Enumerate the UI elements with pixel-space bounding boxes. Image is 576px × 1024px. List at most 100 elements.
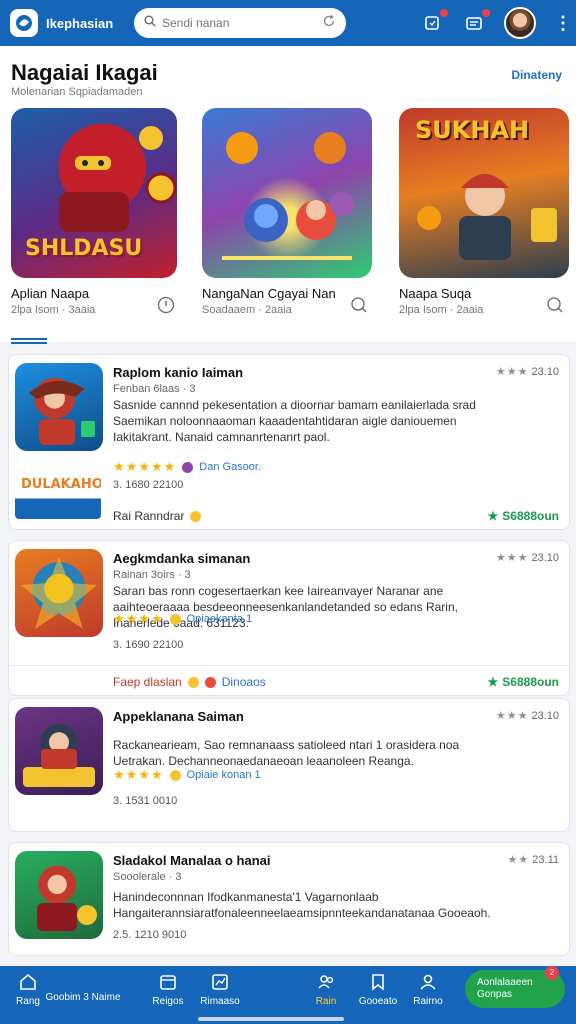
inbox-icon[interactable] <box>462 8 491 35</box>
item-stats: 2.5. 1210 9010 <box>113 929 187 941</box>
cta-label: Aonlalaaeen <box>477 977 533 988</box>
refresh-icon[interactable] <box>322 14 336 33</box>
item-subtitle: Rainan 3oirs · 3 <box>113 569 191 581</box>
tag-icon <box>182 461 194 473</box>
comment-icon[interactable] <box>546 296 566 316</box>
cta-badge: 2 <box>545 966 559 980</box>
nav-item-rimaaso[interactable]: Rimaaso <box>190 972 250 1007</box>
comment-icon[interactable] <box>350 296 370 316</box>
featured-name: Naapa Suqa <box>399 286 472 301</box>
divider <box>9 665 569 666</box>
nav-item-reigos[interactable]: Reigos <box>138 972 198 1007</box>
info-icon[interactable] <box>157 296 177 316</box>
tag-icon <box>169 613 181 625</box>
featured-art: SHLDASU <box>11 108 177 278</box>
top-bar: Ikephasian ⋮ <box>0 0 576 46</box>
star-icon: ★ <box>487 675 499 689</box>
score-stars-icon: ★★ <box>507 854 530 866</box>
item-thumbnail <box>15 549 103 637</box>
featured-art-title: SUKHAH <box>415 116 530 144</box>
item-thumbnail <box>15 707 103 795</box>
app-logo-icon[interactable] <box>10 9 38 37</box>
item-footer-tag[interactable]: Dinoaos <box>222 675 266 689</box>
more-icon[interactable]: ⋮ <box>554 13 572 34</box>
rating-stars: ★★★★ <box>113 767 164 782</box>
search-icon <box>144 14 156 32</box>
featured-name: Aplian Naapa <box>11 286 90 301</box>
search-bar[interactable] <box>134 8 346 38</box>
nav-label: Rang <box>16 996 40 1007</box>
coin-icon <box>187 676 199 688</box>
item-description: Rackanearieam, Sao remnanaass satioleed … <box>113 738 460 768</box>
item-thumbnail <box>15 851 103 939</box>
coin-icon <box>190 510 202 522</box>
tag-icon <box>169 769 181 781</box>
rating-stars: ★★★★★ <box>113 459 177 474</box>
bookmark-icon <box>372 974 384 991</box>
promo-badge: DULAKAHO <box>15 473 101 519</box>
list-item[interactable]: Aegkmdanka simanan Rainan 3oirs · 3 Sara… <box>8 540 570 696</box>
item-title: Appeklanana Saiman <box>113 709 244 724</box>
avatar[interactable] <box>504 7 536 39</box>
notification-icon[interactable] <box>420 8 449 35</box>
featured-card[interactable]: NangaNan Cgayai Nan Soadaaem · 2aaia <box>202 108 380 316</box>
item-tag[interactable]: Opiaie konan 1 <box>187 769 261 781</box>
item-score-value: 23.11 <box>532 853 559 866</box>
item-description: Hanindeconnnan Ifodkanmanesta'1 Vagarnon… <box>113 890 491 920</box>
section-link[interactable]: Dinateny <box>511 68 562 82</box>
item-tag[interactable]: Dan Gasoor. <box>199 461 261 473</box>
featured-meta: 2lpa Isom · 2aaia <box>399 304 484 316</box>
home-icon <box>20 973 36 990</box>
item-price[interactable]: ★ S6888oun <box>488 509 559 523</box>
item-stats: 3. 1690 22100 <box>113 639 184 651</box>
list-item[interactable]: DULAKAHO Raplom kanio Iaiman Fenban 6laa… <box>8 354 570 530</box>
nav-label: Rain <box>315 996 337 1007</box>
nav-item-rairno[interactable]: Rairno <box>398 972 458 1007</box>
item-footer: Faep dlaslan Dinoaos <box>113 675 266 689</box>
featured-card[interactable]: SHLDASU Aplian Naapa 2lpa Isom · 3aaia <box>11 108 191 316</box>
featured-art-title: SHLDASU <box>25 236 143 261</box>
featured-art: SUKHAH <box>399 108 569 278</box>
section-subtitle: Molenarian Sqpiadamaden <box>11 86 143 98</box>
users-icon <box>318 975 334 989</box>
notification-badge <box>439 8 449 18</box>
heart-icon <box>204 676 216 688</box>
bottom-nav: Rang Goobim 3 Naime Reigos Rimaaso Rain … <box>0 966 576 1024</box>
tab-indicator[interactable] <box>11 338 47 344</box>
item-stats: 3. 1680 22100 <box>113 479 184 491</box>
search-input[interactable] <box>162 16 322 30</box>
item-title: Sladakol Manalaa o hanai <box>113 853 271 868</box>
featured-card[interactable]: SUKHAH Naapa Suqa 2lpa Isom · 2aaia <box>399 108 576 316</box>
inbox-badge <box>481 8 491 18</box>
nav-item-goobim[interactable]: Goobim 3 Naime <box>45 992 120 1003</box>
item-price-value: S6888oun <box>502 509 559 523</box>
item-description: Sasnide cannnd pekesentation a dioornar … <box>113 398 476 444</box>
item-stats: 3. 1531 0010 <box>113 795 178 807</box>
item-score-value: 23.10 <box>531 551 559 564</box>
list-item[interactable]: Sladakol Manalaa o hanai Sooolerale · 3 … <box>8 842 570 956</box>
item-thumbnail <box>15 363 103 451</box>
featured-name: NangaNan Cgayai Nan <box>202 286 336 301</box>
featured-art <box>202 108 372 278</box>
score-stars-icon: ★★★ <box>495 552 529 564</box>
list-item[interactable]: Appeklanana Saiman Rackanearieam, Sao re… <box>8 698 570 832</box>
nav-label: Goobim 3 Naime <box>45 992 121 1003</box>
item-score: ★★★ 23.10 <box>496 709 559 723</box>
item-rating: ★★★★ Opiaie konan 1 <box>113 767 261 783</box>
item-score-value: 23.10 <box>531 709 559 722</box>
cta-button[interactable]: Aonlalaaeen Gonpas 2 <box>465 966 565 1008</box>
app-name: Ikephasian <box>46 15 114 31</box>
nav-label: Gooeato <box>358 996 398 1007</box>
nav-label: Rimaaso <box>200 996 240 1007</box>
item-footer-label: Rai Ranndrar <box>113 509 185 523</box>
nav-label: Reigos <box>152 996 184 1007</box>
home-indicator[interactable] <box>198 1017 344 1021</box>
item-tag[interactable]: Opiaekanta 1 <box>187 613 252 625</box>
item-price[interactable]: ★ S6888oun <box>488 675 559 689</box>
featured-meta: 2lpa Isom · 3aaia <box>11 304 96 316</box>
promo-badge-text: DULAKAHO <box>21 477 101 492</box>
nav-item-rain[interactable]: Rain <box>296 972 356 1007</box>
featured-meta: Soadaaem · 2aaia <box>202 304 292 316</box>
item-subtitle: Sooolerale · 3 <box>113 871 182 883</box>
item-score: ★★ 23.11 <box>507 853 559 867</box>
